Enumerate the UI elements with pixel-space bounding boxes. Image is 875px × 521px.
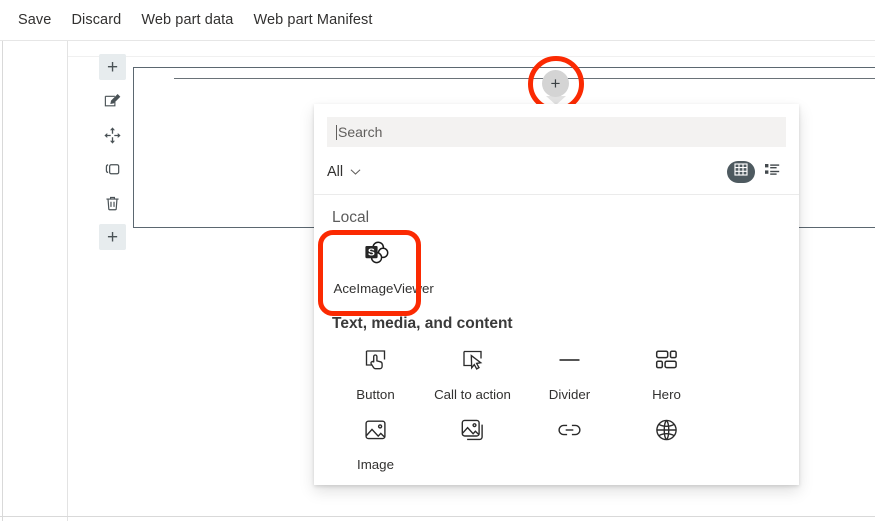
image-gallery-icon xyxy=(459,417,486,448)
web-part-embed[interactable] xyxy=(618,403,715,473)
tile-icon xyxy=(556,415,583,449)
divider-line-icon xyxy=(556,347,583,378)
section-local: Local S AceImageViewer xyxy=(314,209,799,297)
text-cursor-icon xyxy=(336,124,337,140)
tile-icon xyxy=(362,345,389,379)
tile-label: Call to action xyxy=(434,387,511,402)
canvas-top-line xyxy=(68,56,875,57)
discard-button[interactable]: Discard xyxy=(61,8,131,32)
local-web-part-grid: S AceImageViewer xyxy=(327,227,786,297)
tile-icon xyxy=(459,345,486,379)
tile-icon xyxy=(459,415,486,449)
globe-embed-icon xyxy=(653,417,680,448)
picker-divider xyxy=(314,194,799,195)
filter-row: All xyxy=(327,154,786,190)
list-view-button[interactable] xyxy=(758,161,786,183)
tile-icon xyxy=(362,415,389,449)
web-part-hero[interactable]: Hero xyxy=(618,333,715,403)
tile-icon xyxy=(556,345,583,379)
web-part-data-button[interactable]: Web part data xyxy=(131,8,243,32)
chevron-down-icon xyxy=(350,163,361,181)
move-handle-icon xyxy=(103,126,122,145)
duplicate-icon xyxy=(103,160,122,179)
edit-pencil-icon xyxy=(103,92,122,111)
search-row: Search xyxy=(314,104,799,147)
tile-icon xyxy=(653,415,680,449)
sharepoint-webpart-icon: S xyxy=(362,240,390,272)
web-part-button[interactable]: Button xyxy=(327,333,424,403)
link-icon xyxy=(556,417,583,448)
save-button[interactable]: Save xyxy=(8,8,61,32)
tile-label: Button xyxy=(356,387,395,402)
web-part-link[interactable] xyxy=(521,403,618,473)
grid-icon xyxy=(734,163,748,181)
web-part-spacer[interactable] xyxy=(327,473,424,485)
web-part-manifest-button[interactable]: Web part Manifest xyxy=(243,8,382,32)
plus-icon: + xyxy=(550,74,561,93)
search-placeholder: Search xyxy=(338,124,383,140)
web-part-image[interactable]: Image xyxy=(327,403,424,473)
page-bottom-border xyxy=(0,516,875,517)
category-filter-value: All xyxy=(327,164,344,180)
add-section-above-button[interactable]: + xyxy=(99,54,126,80)
tile-icon xyxy=(653,345,680,379)
canvas-left-border xyxy=(67,41,68,521)
web-part-image-gallery[interactable] xyxy=(424,403,521,473)
command-bar-divider xyxy=(0,40,875,41)
tile-label: Hero xyxy=(652,387,681,402)
web-part-divider[interactable]: Divider xyxy=(521,333,618,403)
command-bar: Save Discard Web part data Web part Mani… xyxy=(0,0,875,40)
move-web-part-button[interactable] xyxy=(99,122,126,148)
add-section-below-button[interactable]: + xyxy=(99,224,126,250)
edit-web-part-button[interactable] xyxy=(99,88,126,114)
image-icon xyxy=(362,417,389,448)
view-toggle-group xyxy=(727,161,786,183)
hero-layout-icon xyxy=(653,347,680,378)
section-text-media-and-content: Text, media, and content Button Call to … xyxy=(314,315,799,485)
cursor-box-icon xyxy=(459,347,486,378)
tile-label: Divider xyxy=(548,387,591,402)
category-filter-dropdown[interactable]: All xyxy=(327,163,361,181)
web-part-call-to-action[interactable]: Call to action xyxy=(424,333,521,403)
duplicate-web-part-button[interactable] xyxy=(99,156,126,182)
delete-web-part-button[interactable] xyxy=(99,190,126,216)
tile-label: AceImageViewer xyxy=(333,281,434,296)
web-part-aceimageviewer[interactable]: S AceImageViewer xyxy=(327,227,434,297)
web-part-send[interactable] xyxy=(424,473,521,485)
add-web-part-button[interactable]: + xyxy=(542,70,569,97)
plus-icon: + xyxy=(106,226,119,248)
search-input[interactable]: Search xyxy=(327,117,786,147)
plus-icon: + xyxy=(106,56,119,78)
web-part-toolbar: + + xyxy=(99,54,126,258)
trash-icon xyxy=(103,194,122,213)
button-tap-icon xyxy=(362,347,389,378)
grid-view-button[interactable] xyxy=(727,161,755,183)
web-part-picker-panel: Search All Local S AceImageViewer Text, … xyxy=(314,104,799,485)
list-icon xyxy=(764,163,780,181)
workbench-page: Save Discard Web part data Web part Mani… xyxy=(0,0,875,521)
tile-label: Image xyxy=(357,457,394,472)
tile-icon: S xyxy=(362,239,390,273)
page-outer-border xyxy=(2,41,3,521)
svg-text:S: S xyxy=(367,246,374,258)
media-web-part-grid: Button Call to action Divider Hero Image xyxy=(327,333,786,485)
section-title: Text, media, and content xyxy=(332,315,513,332)
web-part-content-line xyxy=(174,78,875,79)
section-title: Local xyxy=(332,209,370,226)
